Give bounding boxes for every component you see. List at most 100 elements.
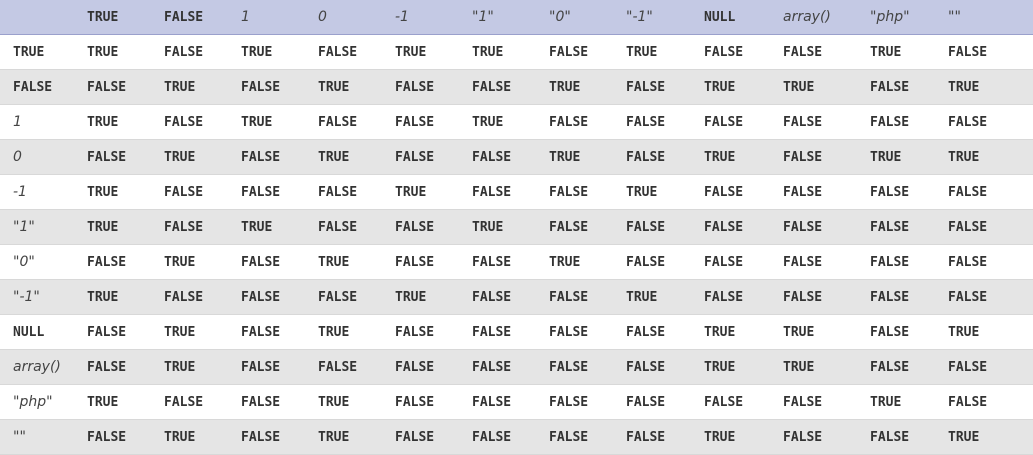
row-header: "php" — [0, 384, 87, 420]
table-row: array() FALSE TRUE FALSE FALSE FALSE FALSE FALS… — [0, 349, 1033, 385]
row-header: "1" — [0, 209, 87, 245]
table-cell: TRUE — [164, 139, 241, 175]
table-cell: TRUE — [318, 384, 395, 420]
table-cell: TRUE — [783, 314, 870, 350]
table-cell: FALSE — [87, 314, 164, 350]
table-cell: FALSE — [626, 314, 704, 350]
table-cell: TRUE — [164, 349, 241, 385]
table-cell: FALSE — [870, 314, 948, 350]
table-body: TRUE TRUE FALSE TRUE FALSE TRUE TRUE FALSE TRUE F… — [0, 34, 1033, 455]
table-cell: FALSE — [549, 419, 626, 455]
column-header: 0 — [318, 0, 395, 35]
table-cell: TRUE — [783, 69, 870, 105]
table-cell: FALSE — [318, 209, 395, 245]
column-header: "" — [948, 0, 1033, 35]
table-cell: TRUE — [164, 314, 241, 350]
table-cell: FALSE — [870, 244, 948, 280]
table-cell: FALSE — [164, 279, 241, 315]
table-cell: FALSE — [395, 384, 472, 420]
table-cell: FALSE — [318, 349, 395, 385]
table-cell: FALSE — [948, 279, 1033, 315]
table-cell: FALSE — [318, 279, 395, 315]
table-cell: TRUE — [870, 34, 948, 70]
table-cell: FALSE — [704, 384, 783, 420]
table-cell: FALSE — [549, 384, 626, 420]
table-cell: FALSE — [241, 314, 318, 350]
table-cell: TRUE — [87, 104, 164, 140]
table-row: "1" TRUE FALSE TRUE FALSE FALSE TRUE FALSE FALSE… — [0, 209, 1033, 245]
row-header: NULL — [0, 314, 87, 350]
table-cell: FALSE — [164, 209, 241, 245]
table-cell: FALSE — [472, 244, 549, 280]
table-cell: TRUE — [948, 419, 1033, 455]
table-cell: FALSE — [164, 174, 241, 210]
table-cell: FALSE — [241, 279, 318, 315]
table-row: FALSE FALSE TRUE FALSE TRUE FALSE FALSE TRUE FAL… — [0, 69, 1033, 105]
table-cell: FALSE — [948, 209, 1033, 245]
table-cell: FALSE — [241, 419, 318, 455]
column-header: "0" — [549, 0, 626, 35]
table-cell: FALSE — [549, 104, 626, 140]
row-header: 0 — [0, 139, 87, 175]
table-cell: FALSE — [870, 349, 948, 385]
table-cell: TRUE — [626, 174, 704, 210]
table-cell: FALSE — [472, 174, 549, 210]
column-header: "php" — [870, 0, 948, 35]
table-header: TRUE FALSE 1 0 -1 "1" "0" "-1" NULL array() "php" "… — [0, 0, 1033, 35]
table-cell: TRUE — [318, 139, 395, 175]
table-cell: TRUE — [87, 384, 164, 420]
table-cell: TRUE — [626, 279, 704, 315]
table-cell: FALSE — [870, 174, 948, 210]
table-cell: FALSE — [472, 419, 549, 455]
table-row: -1 TRUE FALSE FALSE FALSE TRUE FALSE FALSE TRUE F… — [0, 174, 1033, 210]
table-row: NULL FALSE TRUE FALSE TRUE FALSE FALSE FALSE FAL… — [0, 314, 1033, 350]
table-cell: FALSE — [870, 209, 948, 245]
table-cell: FALSE — [783, 419, 870, 455]
row-header: array() — [0, 349, 87, 385]
table-cell: FALSE — [164, 34, 241, 70]
table-cell: FALSE — [87, 419, 164, 455]
table-cell: FALSE — [704, 209, 783, 245]
table-cell: FALSE — [704, 34, 783, 70]
table-cell: FALSE — [626, 69, 704, 105]
table-cell: FALSE — [704, 174, 783, 210]
table-cell: FALSE — [704, 104, 783, 140]
table-cell: FALSE — [549, 209, 626, 245]
table-cell: TRUE — [472, 34, 549, 70]
table-cell: TRUE — [870, 139, 948, 175]
table-cell: FALSE — [870, 104, 948, 140]
table-cell: TRUE — [241, 209, 318, 245]
table-cell: FALSE — [472, 69, 549, 105]
table-cell: FALSE — [241, 139, 318, 175]
table-row: "-1" TRUE FALSE FALSE FALSE TRUE FALSE FALSE TRU… — [0, 279, 1033, 315]
table-cell: FALSE — [87, 69, 164, 105]
row-header: -1 — [0, 174, 87, 210]
table-cell: FALSE — [626, 419, 704, 455]
row-header: FALSE — [0, 69, 87, 105]
table-cell: FALSE — [472, 384, 549, 420]
table-cell: FALSE — [704, 244, 783, 280]
table-cell: FALSE — [870, 419, 948, 455]
table-cell: FALSE — [395, 314, 472, 350]
table-cell: FALSE — [395, 244, 472, 280]
table-cell: FALSE — [549, 34, 626, 70]
table-row: 0 FALSE TRUE FALSE TRUE FALSE FALSE TRUE FALSE TR… — [0, 139, 1033, 175]
row-header: "" — [0, 419, 87, 455]
table-cell: TRUE — [164, 419, 241, 455]
row-header: "-1" — [0, 279, 87, 315]
column-header: array() — [783, 0, 870, 35]
table-row: 1 TRUE FALSE TRUE FALSE FALSE TRUE FALSE FALSE FA… — [0, 104, 1033, 140]
table-cell: FALSE — [626, 244, 704, 280]
table-cell: FALSE — [948, 384, 1033, 420]
table-cell: TRUE — [704, 69, 783, 105]
table-cell: TRUE — [704, 139, 783, 175]
table-cell: TRUE — [704, 349, 783, 385]
table-cell: TRUE — [948, 314, 1033, 350]
table-cell: FALSE — [948, 174, 1033, 210]
table-cell: FALSE — [626, 139, 704, 175]
table-cell: TRUE — [783, 349, 870, 385]
table-cell: FALSE — [395, 69, 472, 105]
table-cell: FALSE — [626, 384, 704, 420]
table-cell: FALSE — [948, 34, 1033, 70]
table-cell: FALSE — [395, 419, 472, 455]
